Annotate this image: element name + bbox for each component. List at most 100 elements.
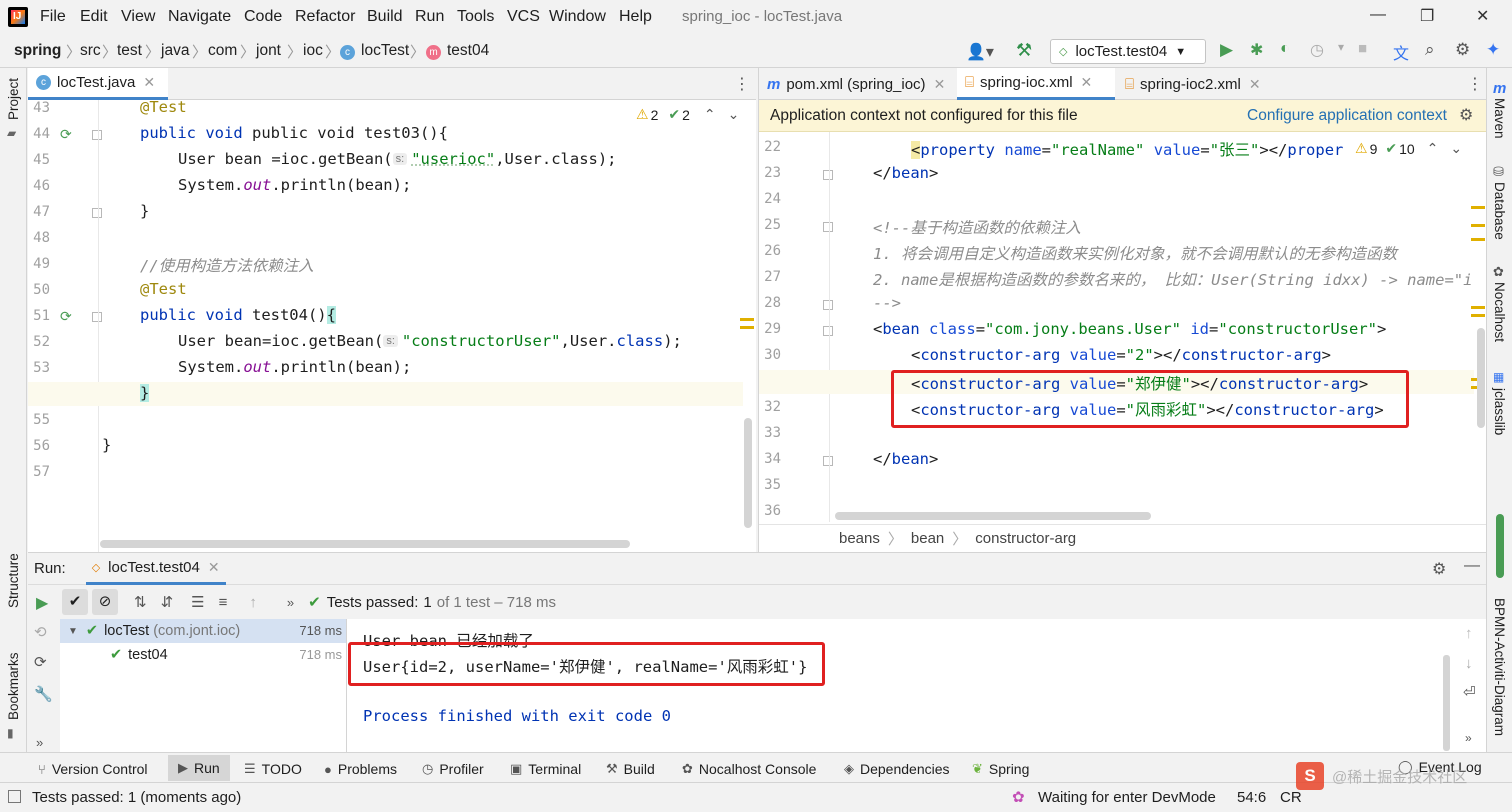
menu-vcs[interactable]: VCS bbox=[507, 8, 540, 26]
close-tab-icon[interactable]: ✕ bbox=[1249, 76, 1261, 93]
scroll-up-icon[interactable]: ↑ bbox=[1465, 625, 1473, 642]
fold-icon[interactable] bbox=[92, 208, 102, 218]
tree-row-method[interactable]: ✔ test04 718 ms bbox=[60, 643, 346, 667]
rerun-failed-icon[interactable]: ⟲ bbox=[34, 623, 47, 641]
warning-stripe[interactable] bbox=[740, 318, 754, 321]
show-passed-icon[interactable]: ✔ bbox=[62, 589, 88, 615]
console-scrollbar[interactable] bbox=[1443, 655, 1450, 751]
soft-wrap-icon[interactable]: ⏎ bbox=[1463, 683, 1476, 701]
breadcrumb-ioc[interactable]: ioc bbox=[303, 42, 323, 60]
run-settings-gear-icon[interactable]: ⚙ bbox=[1432, 559, 1446, 579]
fold-icon[interactable] bbox=[92, 130, 102, 140]
close-tab-icon[interactable]: ✕ bbox=[1081, 74, 1093, 91]
tree-row-class[interactable]: ▼ ✔ locTest (com.jont.ioc) 718 ms bbox=[60, 619, 346, 643]
tool-bpmn[interactable]: BPMN-Activiti-Diagram bbox=[1492, 598, 1507, 736]
ide-features-icon[interactable]: ✦ bbox=[1486, 40, 1500, 60]
next-highlight-icon[interactable]: ⌄ bbox=[1450, 140, 1462, 157]
menu-edit[interactable]: Edit bbox=[80, 8, 108, 26]
memory-indicator[interactable] bbox=[1496, 514, 1504, 578]
run-tab[interactable]: ◇ locTest.test04 ✕ bbox=[85, 553, 226, 585]
menu-tools[interactable]: Tools bbox=[457, 8, 494, 26]
coverage-icon[interactable]: ◐ bbox=[1280, 40, 1290, 58]
menu-refactor[interactable]: Refactor bbox=[295, 8, 355, 26]
breadcrumb-class[interactable]: c locTest bbox=[340, 42, 409, 60]
more-icon[interactable]: » bbox=[1465, 731, 1472, 745]
restore-icon[interactable]: ❐ bbox=[1420, 6, 1434, 26]
warning-stripe[interactable] bbox=[1471, 238, 1485, 241]
menu-code[interactable]: Code bbox=[244, 8, 282, 26]
menu-file[interactable]: File bbox=[40, 8, 66, 26]
banner-gear-icon[interactable]: ⚙ bbox=[1459, 105, 1473, 125]
btab-spring[interactable]: ❦ Spring bbox=[972, 761, 1029, 777]
tool-structure[interactable]: Structure bbox=[6, 553, 21, 608]
rerun-icon[interactable]: ▶ bbox=[36, 593, 48, 613]
chevron-down-icon[interactable]: ▼ bbox=[68, 626, 78, 637]
fold-icon[interactable] bbox=[823, 326, 833, 336]
run-icon[interactable]: ▶ bbox=[1220, 40, 1233, 60]
close-tab-icon[interactable]: ✕ bbox=[934, 76, 946, 93]
close-tab-icon[interactable]: ✕ bbox=[143, 74, 155, 91]
configure-context-link[interactable]: Configure application context bbox=[1247, 107, 1447, 125]
inspection-widget[interactable]: ⚠ 2 ✔ 2 ⌃ ⌄ bbox=[636, 106, 739, 123]
btab-problems[interactable]: ● Problems bbox=[324, 761, 397, 777]
breadcrumb-method[interactable]: m test04 bbox=[426, 42, 489, 60]
show-ignored-icon[interactable]: ⊘ bbox=[92, 589, 118, 615]
btab-build[interactable]: ⚒ Build bbox=[606, 761, 655, 777]
more-toolbar-icon[interactable]: » bbox=[287, 595, 294, 610]
run-test-gutter-icon[interactable]: ⟳ bbox=[60, 126, 72, 143]
debug-icon[interactable]: ✱ bbox=[1250, 40, 1263, 60]
warning-stripe[interactable] bbox=[1471, 306, 1485, 309]
user-icon[interactable]: 👤▾ bbox=[966, 42, 994, 62]
tool-maven[interactable]: Maven bbox=[1492, 98, 1507, 139]
stop-icon[interactable]: ■ bbox=[1358, 40, 1367, 57]
sort-duration-icon[interactable]: ⇵ bbox=[161, 593, 174, 611]
menu-view[interactable]: View bbox=[121, 8, 155, 26]
breadcrumb-project[interactable]: spring bbox=[14, 42, 61, 60]
tab-spring-ioc-xml[interactable]: ⌸ spring-ioc.xml ✕ bbox=[957, 68, 1115, 100]
tab-spring-ioc2-xml[interactable]: ⌸ spring-ioc2.xml ✕ bbox=[1117, 68, 1277, 100]
tab-loctest-java[interactable]: c locTest.java ✕ bbox=[28, 68, 168, 100]
breadcrumb-java[interactable]: java bbox=[161, 42, 189, 60]
fold-icon[interactable] bbox=[823, 222, 833, 232]
tab-pom-xml[interactable]: m pom.xml (spring_ioc) ✕ bbox=[759, 68, 955, 100]
prev-highlight-icon[interactable]: ⌃ bbox=[704, 106, 716, 123]
menu-navigate[interactable]: Navigate bbox=[168, 8, 231, 26]
fold-icon[interactable] bbox=[823, 456, 833, 466]
fold-icon[interactable] bbox=[823, 170, 833, 180]
btab-terminal[interactable]: ▣ Terminal bbox=[510, 761, 581, 777]
warning-stripe[interactable] bbox=[1471, 206, 1485, 209]
menu-window[interactable]: Window bbox=[549, 8, 606, 26]
wrench-icon[interactable]: 🔧 bbox=[34, 685, 53, 703]
fold-icon[interactable] bbox=[823, 300, 833, 310]
tool-jclasslib[interactable]: jclasslib bbox=[1492, 388, 1507, 435]
run-test-gutter-icon[interactable]: ⟳ bbox=[60, 308, 72, 325]
search-icon[interactable]: ⌕ bbox=[1425, 40, 1435, 60]
line-separator[interactable]: CR bbox=[1280, 789, 1302, 806]
menu-run[interactable]: Run bbox=[415, 8, 444, 26]
btab-nocalhost-console[interactable]: ✿ Nocalhost Console bbox=[682, 761, 816, 777]
prev-failed-icon[interactable]: ↑ bbox=[249, 594, 257, 611]
close-window-icon[interactable]: ✕ bbox=[1476, 6, 1489, 26]
breadcrumb-test[interactable]: test bbox=[117, 42, 142, 60]
hide-panel-icon[interactable]: — bbox=[1464, 557, 1480, 575]
prev-highlight-icon[interactable]: ⌃ bbox=[1427, 140, 1439, 157]
tool-database[interactable]: Database bbox=[1492, 182, 1507, 240]
status-toggle-icon[interactable] bbox=[8, 790, 21, 803]
next-highlight-icon[interactable]: ⌄ bbox=[728, 106, 740, 123]
expand-all-icon[interactable]: ☰ bbox=[191, 593, 204, 611]
more-run-icon[interactable]: ▾ bbox=[1338, 40, 1344, 54]
minimize-icon[interactable]: — bbox=[1370, 6, 1386, 24]
tool-bookmarks[interactable]: Bookmarks bbox=[6, 652, 21, 720]
btab-version-control[interactable]: ⑂ Version Control bbox=[38, 761, 148, 777]
fold-icon[interactable] bbox=[92, 312, 102, 322]
more-icon[interactable]: » bbox=[36, 735, 43, 750]
more-tabs-icon[interactable]: ⋮ bbox=[734, 74, 750, 94]
tool-project[interactable]: Project bbox=[6, 78, 21, 120]
scroll-down-icon[interactable]: ↓ bbox=[1465, 655, 1473, 672]
btab-profiler[interactable]: ◷ Profiler bbox=[422, 761, 484, 777]
horizontal-scrollbar[interactable] bbox=[100, 540, 630, 548]
tool-nocalhost[interactable]: Nocalhost bbox=[1492, 282, 1507, 342]
menu-build[interactable]: Build bbox=[367, 8, 403, 26]
btab-run[interactable]: ▶ Run bbox=[168, 755, 230, 781]
collapse-all-icon[interactable]: ≡ bbox=[219, 594, 228, 611]
